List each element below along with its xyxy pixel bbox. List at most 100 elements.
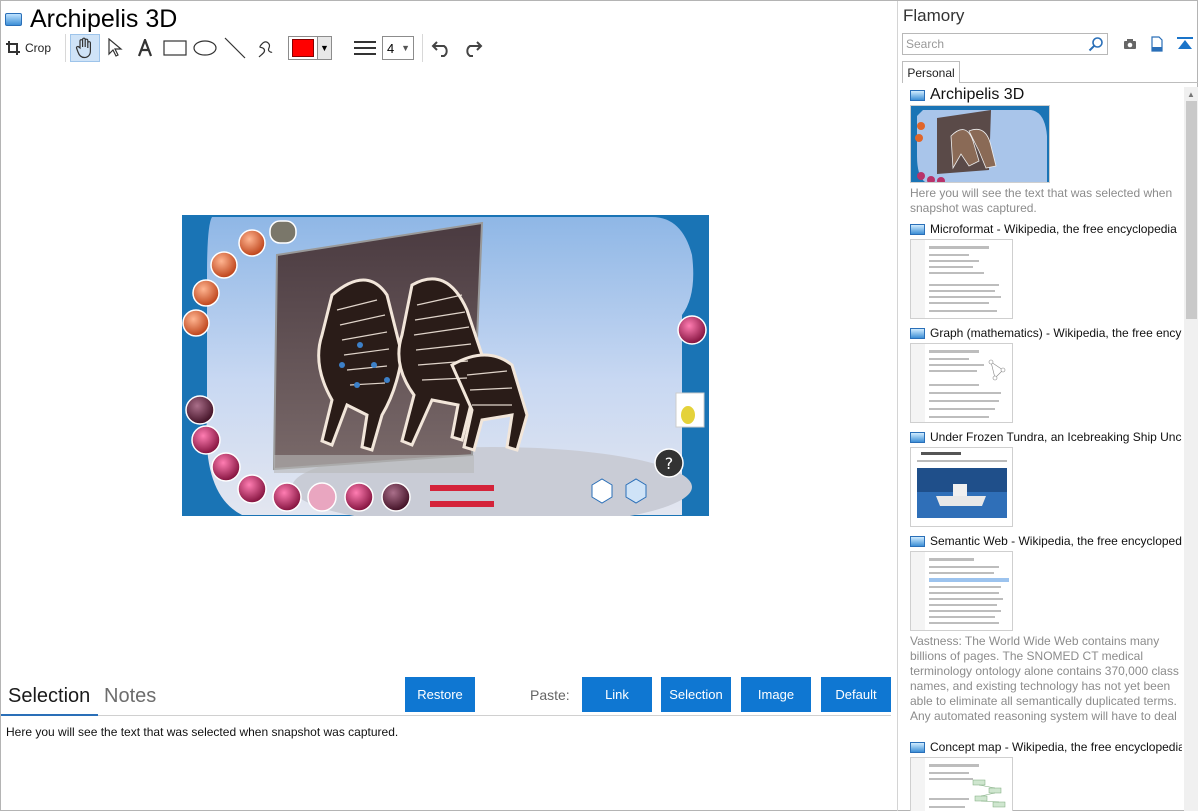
text-icon [137, 39, 153, 57]
list-item-thumbnail [910, 105, 1050, 183]
crop-button[interactable]: Crop [5, 40, 51, 56]
redo-icon [466, 41, 483, 57]
redo-button[interactable] [457, 34, 487, 62]
hand-icon [75, 37, 92, 59]
line-width-value: 4 [387, 40, 395, 56]
list-item-thumbnail [910, 447, 1013, 527]
tab-divider [960, 82, 1198, 83]
line-width-button[interactable] [350, 34, 380, 62]
page-title: Archipelis 3D [30, 4, 178, 33]
chevron-down-icon: ▼ [317, 37, 332, 59]
list-item-header: Archipelis 3D [910, 87, 1182, 103]
hand-tool-button[interactable] [70, 34, 101, 62]
search-input[interactable]: Search [902, 33, 1108, 55]
line-width-icon [354, 41, 377, 55]
color-picker[interactable]: ▼ [288, 36, 333, 60]
list-item[interactable]: Archipelis 3D Here you will see the text… [910, 87, 1182, 216]
tab-divider [1, 715, 891, 716]
document-icon [1151, 36, 1163, 52]
list-item-title: Archipelis 3D [930, 87, 1025, 103]
annotation-toolbar: Crop ▼ 4 ▼ [5, 33, 487, 63]
snapshot-list: Archipelis 3D Here you will see the text… [910, 87, 1182, 811]
list-item-thumbnail [910, 343, 1013, 423]
selection-text: Here you will see the text that was sele… [6, 725, 399, 739]
new-note-button[interactable] [1148, 35, 1166, 53]
active-tab-indicator [1, 714, 98, 716]
chevron-down-icon: ▼ [401, 43, 411, 53]
camera-button[interactable] [1121, 35, 1139, 53]
archipelis-screenshot: ? [182, 215, 709, 516]
ellipse-tool-button[interactable] [190, 34, 220, 62]
page-icon [910, 89, 925, 101]
list-item[interactable]: Semantic Web - Wikipedia, the free encyc… [910, 533, 1182, 724]
rectangle-icon [163, 40, 187, 56]
list-item-title: Semantic Web - Wikipedia, the free encyc… [930, 534, 1182, 548]
undo-icon [431, 41, 448, 57]
bottom-bar: Selection Notes Restore Paste: Link Sele… [1, 677, 893, 717]
paste-label: Paste: [530, 687, 570, 703]
camera-icon [1124, 39, 1136, 49]
list-item[interactable]: Microformat - Wikipedia, the free encycl… [910, 221, 1182, 319]
toolbar-divider [65, 34, 67, 62]
page-icon [5, 12, 22, 26]
rectangle-tool-button[interactable] [160, 34, 190, 62]
text-tool-button[interactable] [130, 34, 160, 62]
search-icon[interactable] [1088, 36, 1104, 52]
page-icon [910, 535, 925, 547]
page-icon [910, 431, 925, 443]
list-item-thumbnail [910, 239, 1013, 319]
list-item-header: Concept map - Wikipedia, the free encycl… [910, 739, 1182, 755]
ellipse-icon [193, 40, 217, 56]
list-item-header: Graph (mathematics) - Wikipedia, the fre… [910, 325, 1182, 341]
list-item[interactable]: Graph (mathematics) - Wikipedia, the fre… [910, 325, 1182, 423]
tab-selection[interactable]: Selection [8, 685, 90, 708]
list-item-title: Concept map - Wikipedia, the free encycl… [930, 740, 1182, 754]
pointer-icon [108, 38, 123, 57]
color-swatch [292, 39, 315, 57]
line-icon [224, 37, 246, 59]
list-item-title: Graph (mathematics) - Wikipedia, the fre… [930, 326, 1182, 340]
list-item-description: Vastness: The World Wide Web contains ma… [910, 634, 1179, 723]
tab-personal[interactable]: Personal [902, 61, 960, 83]
paste-default-button[interactable]: Default [821, 677, 891, 712]
crop-icon [6, 41, 20, 55]
crop-label: Crop [25, 41, 52, 55]
restore-button[interactable]: Restore [405, 677, 475, 712]
list-item-header: Semantic Web - Wikipedia, the free encyc… [910, 533, 1182, 549]
list-item-description: Here you will see the text that was sele… [910, 186, 1173, 215]
page-icon [910, 327, 925, 339]
collapse-up-icon [1177, 37, 1193, 49]
sidebar: Flamory Search Personal Archipelis 3D He… [897, 1, 1198, 811]
list-item-header: Microformat - Wikipedia, the free encycl… [910, 221, 1182, 237]
toolbar-divider [422, 34, 424, 62]
list-item[interactable]: Under Frozen Tundra, an Icebreaking Ship… [910, 429, 1182, 527]
line-tool-button[interactable] [220, 34, 250, 62]
tab-notes[interactable]: Notes [104, 685, 156, 708]
scrollbar-thumb[interactable] [1186, 101, 1197, 319]
list-item-title: Under Frozen Tundra, an Icebreaking Ship… [930, 430, 1182, 444]
list-item-header: Under Frozen Tundra, an Icebreaking Ship… [910, 429, 1182, 445]
snapshot-pane: Archipelis 3D Crop ▼ 4 ▼ ? Selection Not… [1, 1, 895, 811]
snapshot-image[interactable]: ? [182, 215, 709, 516]
list-item-title: Microformat - Wikipedia, the free encycl… [930, 222, 1177, 236]
freehand-icon [258, 41, 273, 58]
search-placeholder: Search [906, 37, 945, 51]
sidebar-scrollbar[interactable]: ▲ [1184, 87, 1198, 811]
list-item-thumbnail [910, 551, 1013, 631]
page-icon [910, 741, 925, 753]
paste-link-button[interactable]: Link [582, 677, 652, 712]
line-width-select[interactable]: 4 ▼ [382, 36, 415, 60]
freehand-tool-button[interactable] [250, 34, 280, 62]
svg-text:?: ? [665, 454, 674, 473]
paste-selection-button[interactable]: Selection [661, 677, 731, 712]
paste-image-button[interactable]: Image [741, 677, 811, 712]
page-icon [910, 223, 925, 235]
scroll-up-icon[interactable]: ▲ [1187, 90, 1195, 99]
sidebar-title: Flamory [903, 6, 965, 25]
flamory-window: Archipelis 3D Crop ▼ 4 ▼ ? Selection Not… [0, 0, 1198, 811]
list-item[interactable]: Concept map - Wikipedia, the free encycl… [910, 739, 1182, 811]
collapse-button[interactable] [1176, 35, 1194, 53]
undo-button[interactable] [427, 34, 457, 62]
pointer-tool-button[interactable] [100, 34, 130, 62]
title-row: Archipelis 3D [5, 5, 177, 33]
